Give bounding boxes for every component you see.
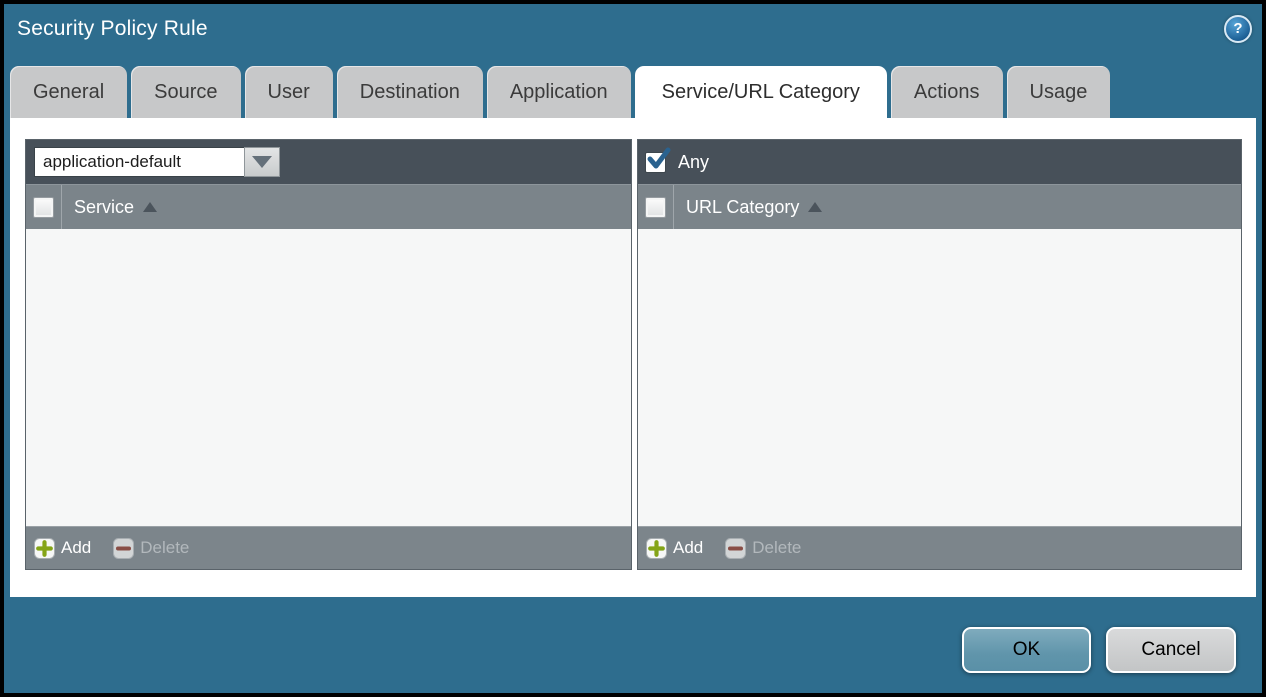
column-divider [673,185,674,229]
service-list[interactable] [26,229,631,526]
url-category-column-header-row: URL Category [638,184,1241,229]
tab-bar: General Source User Destination Applicat… [10,66,1110,118]
delete-icon [113,538,134,559]
url-category-panel-footer: Add Delete [638,526,1241,569]
tab-usage[interactable]: Usage [1007,66,1111,118]
service-panel-footer: Add Delete [26,526,631,569]
any-label: Any [678,152,709,173]
ok-button[interactable]: OK [962,627,1091,673]
tab-actions[interactable]: Actions [891,66,1003,118]
service-panel: Service Add Delete [25,139,632,570]
service-panel-topbar [26,140,631,184]
help-icon[interactable]: ? [1224,15,1252,43]
service-add-button[interactable]: Add [34,538,91,559]
tab-application[interactable]: Application [487,66,631,118]
add-icon [646,538,667,559]
tab-source[interactable]: Source [131,66,240,118]
url-category-panel: Any URL Category Add Delete [637,139,1242,570]
service-column-label: Service [74,197,134,218]
url-category-add-button[interactable]: Add [646,538,703,559]
add-label: Add [673,538,703,558]
service-type-combo [34,147,280,177]
service-column-header[interactable]: Service [74,197,157,218]
tab-destination[interactable]: Destination [337,66,483,118]
url-category-list[interactable] [638,229,1241,526]
cancel-button[interactable]: Cancel [1106,627,1236,673]
tab-service-url-category[interactable]: Service/URL Category [635,66,887,118]
chevron-down-icon [252,156,272,168]
url-category-column-label: URL Category [686,197,799,218]
url-category-panel-topbar: Any [638,140,1241,184]
checkmark-icon [647,148,675,176]
sort-ascending-icon [808,202,822,212]
add-label: Add [61,538,91,558]
service-column-header-row: Service [26,184,631,229]
tab-user[interactable]: User [245,66,333,118]
sort-ascending-icon [143,202,157,212]
url-category-select-all-checkbox[interactable] [645,197,666,218]
delete-label: Delete [140,538,189,558]
service-delete-button[interactable]: Delete [113,538,189,559]
url-category-delete-button[interactable]: Delete [725,538,801,559]
delete-icon [725,538,746,559]
url-category-column-header[interactable]: URL Category [686,197,822,218]
service-type-input[interactable] [34,147,244,177]
delete-label: Delete [752,538,801,558]
dialog-title: Security Policy Rule [17,17,208,41]
any-checkbox[interactable] [645,152,666,173]
column-divider [61,185,62,229]
service-type-dropdown-button[interactable] [244,147,280,177]
service-select-all-checkbox[interactable] [33,197,54,218]
tab-general[interactable]: General [10,66,127,118]
add-icon [34,538,55,559]
